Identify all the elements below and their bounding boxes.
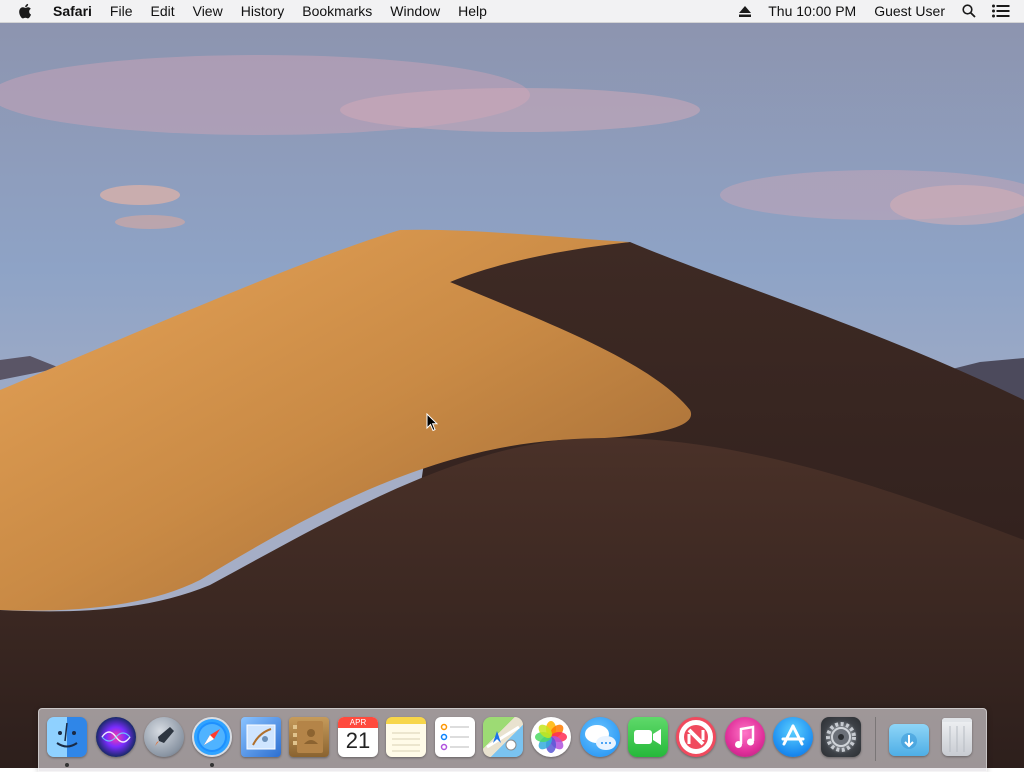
siri-icon xyxy=(96,717,136,757)
menubar-clock[interactable]: Thu 10:00 PM xyxy=(759,0,865,22)
spotlight-button[interactable] xyxy=(954,0,984,22)
menu-bar: Safari File Edit View History Bookmarks … xyxy=(0,0,1024,23)
menu-window[interactable]: Window xyxy=(381,0,449,22)
dock-item-photos[interactable] xyxy=(529,715,573,759)
eject-menu[interactable] xyxy=(731,0,759,22)
dock-item-news[interactable] xyxy=(674,715,718,759)
dock: APR 21 xyxy=(38,708,987,772)
apple-logo-icon xyxy=(19,3,31,19)
menu-history[interactable]: History xyxy=(232,0,294,22)
dock-item-downloads[interactable] xyxy=(887,715,931,759)
dock-item-system-preferences[interactable] xyxy=(819,715,863,759)
dock-item-maps[interactable] xyxy=(481,715,525,759)
desert-dune-wallpaper xyxy=(0,0,1024,768)
dock-item-facetime[interactable] xyxy=(626,715,670,759)
mail-icon xyxy=(241,717,281,757)
maps-icon xyxy=(483,717,523,757)
downloads-folder-icon xyxy=(889,724,929,756)
running-indicator xyxy=(65,763,69,767)
contacts-icon xyxy=(289,717,329,757)
itunes-icon xyxy=(725,717,765,757)
menu-bookmarks[interactable]: Bookmarks xyxy=(293,0,381,22)
fast-user-switching-menu[interactable]: Guest User xyxy=(865,0,954,22)
dock-item-trash[interactable] xyxy=(935,715,979,759)
dock-item-launchpad[interactable] xyxy=(142,715,186,759)
apple-menu[interactable] xyxy=(0,0,44,22)
messages-icon xyxy=(580,717,620,757)
news-icon xyxy=(676,717,716,757)
calendar-month: APR xyxy=(338,717,378,728)
notes-icon xyxy=(386,717,426,757)
notification-center-icon xyxy=(992,4,1010,18)
facetime-icon xyxy=(628,717,668,757)
launchpad-icon xyxy=(144,717,184,757)
photos-icon xyxy=(531,717,571,757)
dock-item-reminders[interactable] xyxy=(433,715,477,759)
desktop-wallpaper xyxy=(0,0,1024,768)
dock-item-itunes[interactable] xyxy=(723,715,767,759)
calendar-day: 21 xyxy=(345,728,371,753)
menu-edit[interactable]: Edit xyxy=(141,0,183,22)
calendar-icon: APR 21 xyxy=(338,717,378,757)
finder-icon xyxy=(47,717,87,757)
menu-view[interactable]: View xyxy=(184,0,232,22)
app-menu-safari[interactable]: Safari xyxy=(44,0,101,22)
running-indicator xyxy=(210,763,214,767)
system-preferences-icon xyxy=(821,717,861,757)
dock-item-notes[interactable] xyxy=(384,715,428,759)
dock-item-calendar[interactable]: APR 21 xyxy=(336,715,380,759)
dock-item-finder[interactable] xyxy=(45,715,89,767)
status-area: Thu 10:00 PM Guest User xyxy=(731,0,1024,22)
dock-item-messages[interactable] xyxy=(578,715,622,759)
app-store-icon xyxy=(773,717,813,757)
reminders-icon xyxy=(435,717,475,757)
menu-file[interactable]: File xyxy=(101,0,142,22)
dock-item-mail[interactable] xyxy=(239,715,283,759)
dock-item-contacts[interactable] xyxy=(287,715,331,759)
eject-icon xyxy=(739,5,752,17)
dock-item-app-store[interactable] xyxy=(771,715,815,759)
mouse-cursor-icon xyxy=(426,413,438,432)
menu-help[interactable]: Help xyxy=(449,0,496,22)
notification-center-button[interactable] xyxy=(984,0,1024,22)
safari-icon xyxy=(192,717,232,757)
trash-icon xyxy=(942,718,972,756)
dock-item-safari[interactable] xyxy=(190,715,234,767)
search-icon xyxy=(962,4,976,18)
dock-separator xyxy=(875,717,876,761)
dock-item-siri[interactable] xyxy=(94,715,138,759)
